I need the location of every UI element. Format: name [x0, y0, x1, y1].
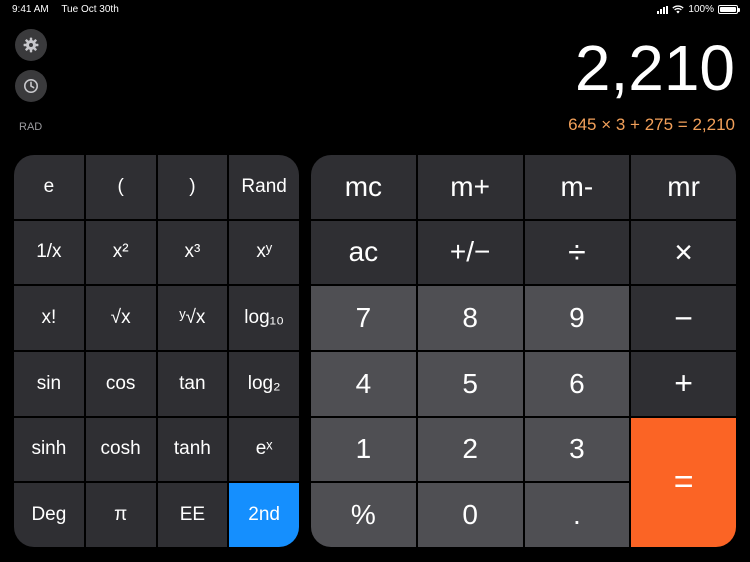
key-ac[interactable]: ac — [311, 220, 416, 285]
key-add[interactable]: + — [631, 352, 736, 416]
gear-icon — [23, 37, 39, 53]
key-close-paren[interactable]: ) — [157, 155, 228, 219]
key-m-plus[interactable]: m+ — [417, 155, 523, 219]
key-open-paren[interactable]: ( — [85, 155, 156, 219]
key-e[interactable]: e — [14, 155, 84, 219]
battery-percent: 100% — [688, 4, 714, 15]
key-sinh[interactable]: sinh — [14, 417, 84, 482]
key-mr[interactable]: mr — [631, 155, 736, 219]
key-tan[interactable]: tan — [157, 352, 228, 416]
key-x-cubed[interactable]: x³ — [157, 220, 228, 285]
key-ee[interactable]: EE — [157, 483, 228, 547]
key-y-root[interactable]: ʸ√x — [157, 286, 228, 350]
key-cos[interactable]: cos — [85, 352, 156, 416]
key-log10[interactable]: log₁₀ — [229, 286, 299, 350]
result-display: 2,210 — [574, 32, 735, 104]
main-keypad: mc m+ m- mr ac +/− ÷ × 7 8 9 − 4 5 6 + 1… — [311, 155, 736, 547]
key-reciprocal[interactable]: 1/x — [14, 220, 84, 285]
key-subtract[interactable]: − — [631, 286, 736, 350]
key-7[interactable]: 7 — [311, 286, 416, 350]
key-plus-minus[interactable]: +/− — [417, 220, 523, 285]
key-log2[interactable]: log₂ — [229, 352, 299, 416]
key-0[interactable]: 0 — [417, 483, 523, 547]
key-factorial[interactable]: x! — [14, 286, 84, 350]
scientific-keypad: e ( ) Rand 1/x x² x³ xʸ x! √x ʸ√x log₁₀ … — [14, 155, 299, 547]
key-equals[interactable]: = — [631, 417, 736, 547]
settings-button[interactable] — [15, 29, 47, 61]
key-m-minus[interactable]: m- — [524, 155, 630, 219]
expression-display: 645 × 3 + 275 = 2,210 — [568, 115, 735, 134]
key-square-root[interactable]: √x — [85, 286, 156, 350]
key-2[interactable]: 2 — [417, 417, 523, 482]
key-rand[interactable]: Rand — [229, 155, 299, 219]
key-tanh[interactable]: tanh — [157, 417, 228, 482]
clock-icon — [24, 79, 38, 93]
status-date: Tue Oct 30th — [61, 4, 119, 15]
history-button[interactable] — [15, 70, 47, 102]
key-9[interactable]: 9 — [524, 286, 630, 350]
key-decimal[interactable]: . — [524, 483, 630, 547]
key-e-to-x[interactable]: eˣ — [229, 417, 299, 482]
key-6[interactable]: 6 — [524, 352, 630, 416]
key-mc[interactable]: mc — [311, 155, 416, 219]
key-3[interactable]: 3 — [524, 417, 630, 482]
key-x-squared[interactable]: x² — [85, 220, 156, 285]
key-4[interactable]: 4 — [311, 352, 416, 416]
key-multiply[interactable]: × — [631, 220, 736, 285]
battery-icon — [718, 5, 740, 14]
key-2nd[interactable]: 2nd — [229, 483, 299, 547]
key-x-to-y[interactable]: xʸ — [229, 220, 299, 285]
key-8[interactable]: 8 — [417, 286, 523, 350]
key-percent[interactable]: % — [311, 483, 416, 547]
status-time: 9:41 AM — [12, 4, 49, 15]
cellular-signal-icon — [657, 5, 669, 14]
status-bar: 9:41 AM Tue Oct 30th 100% — [0, 0, 750, 18]
key-1[interactable]: 1 — [311, 417, 416, 482]
key-5[interactable]: 5 — [417, 352, 523, 416]
wifi-icon — [672, 5, 685, 14]
key-pi[interactable]: π — [85, 483, 156, 547]
angle-mode-indicator: RAD — [19, 121, 43, 133]
key-divide[interactable]: ÷ — [524, 220, 630, 285]
key-sin[interactable]: sin — [14, 352, 84, 416]
key-cosh[interactable]: cosh — [85, 417, 156, 482]
key-deg[interactable]: Deg — [14, 483, 84, 547]
